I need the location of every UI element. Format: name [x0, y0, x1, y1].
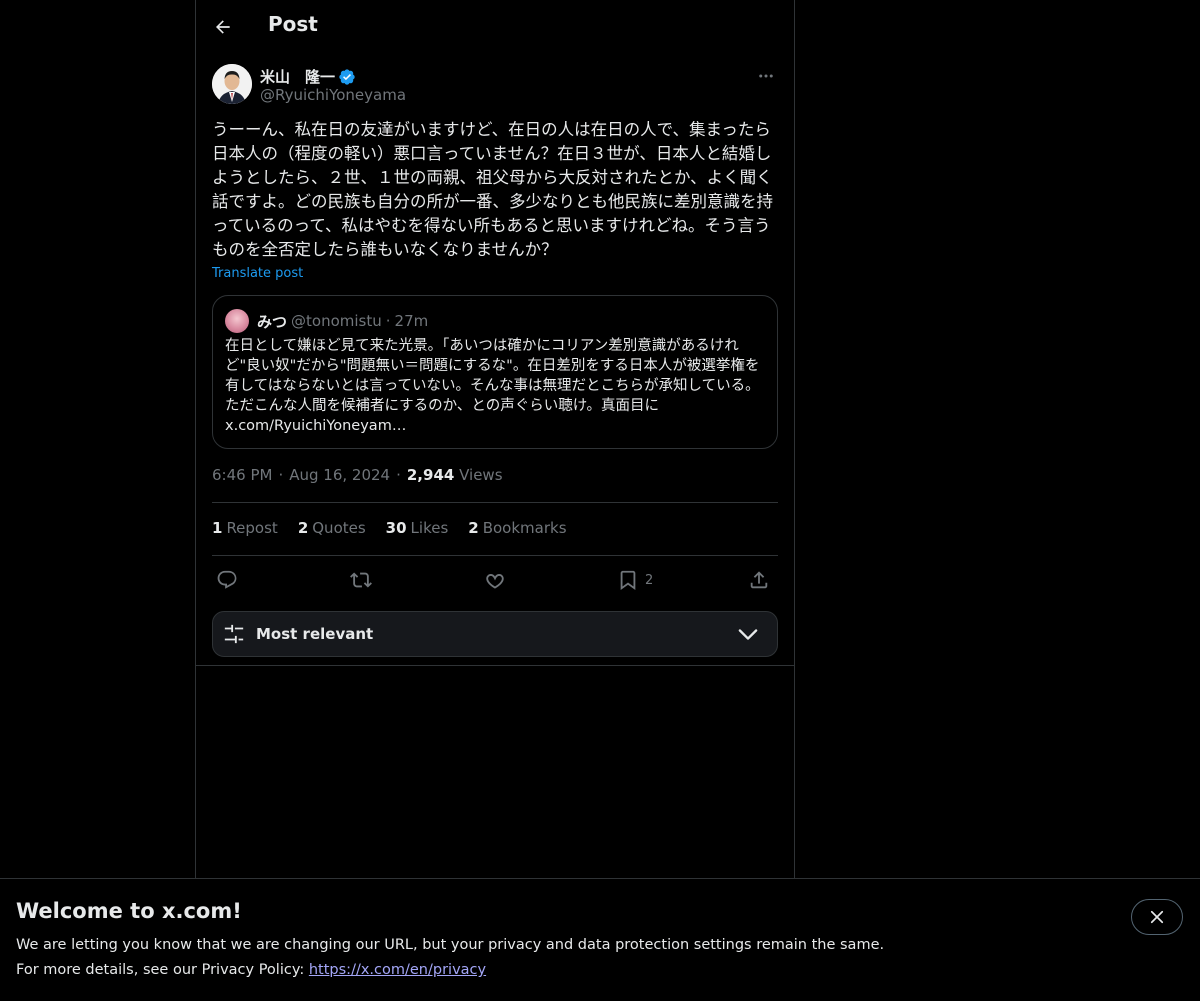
main-column: Post 米山 隆一 @RyuichiYoneyama うーーん、私在日の友達が…: [195, 0, 795, 878]
stat-label: Bookmarks: [482, 519, 567, 537]
share-button[interactable]: [748, 566, 770, 594]
post-text: うーーん、私在日の友達がいますけど、在日の人は在日の人で、集まったら日本人の（程…: [212, 120, 773, 259]
quoted-post-text: 在日として嫌ほど見て来た光景。「あいつは確かにコリアン差別意識があるけれど"良い…: [225, 338, 760, 434]
repost-button[interactable]: [350, 566, 372, 594]
banner-policy-line: For more details, see our Privacy Policy…: [16, 962, 486, 978]
back-button[interactable]: [208, 12, 238, 42]
stat-label: Likes: [410, 519, 449, 537]
heart-icon: [486, 574, 504, 589]
close-icon: [1150, 910, 1164, 924]
share-icon: [750, 571, 768, 589]
chevron-down-icon: [738, 629, 758, 640]
divider: [212, 502, 778, 503]
post-date[interactable]: Aug 16, 2024: [289, 466, 390, 484]
stat-quotes[interactable]: 2 Quotes: [298, 519, 366, 537]
divider: [196, 665, 794, 666]
post-time[interactable]: 6:46 PM: [212, 466, 272, 484]
quoted-time: 27m: [394, 312, 429, 330]
reply-sort-dropdown[interactable]: Most relevant: [212, 611, 778, 657]
author-name: 米山 隆一: [260, 68, 336, 86]
divider: [212, 555, 778, 556]
author-name-row[interactable]: 米山 隆一: [260, 66, 356, 87]
like-button[interactable]: [484, 566, 506, 594]
bookmark-button[interactable]: 2: [617, 566, 653, 594]
verified-badge-icon: [339, 68, 355, 85]
stat-count: 1: [212, 519, 223, 537]
post-header: Post: [196, 0, 794, 53]
banner-message: We are letting you know that we are chan…: [16, 937, 885, 953]
stat-likes[interactable]: 30 Likes: [386, 519, 449, 537]
sort-label: Most relevant: [256, 625, 374, 643]
views-label: Views: [459, 466, 503, 484]
banner-title: Welcome to x.com!: [16, 899, 242, 923]
meta-separator: ·: [396, 466, 401, 484]
banner-policy-prefix: For more details, see our Privacy Policy…: [16, 962, 309, 978]
stat-count: 30: [385, 519, 407, 537]
post-stats: 1 Repost 2 Quotes 30 Likes 2 Bookmarks: [212, 519, 587, 537]
privacy-policy-link[interactable]: https://x.com/en/privacy: [309, 962, 486, 978]
stat-reposts[interactable]: 1 Repost: [212, 519, 278, 537]
stat-bookmarks[interactable]: 2 Bookmarks: [468, 519, 566, 537]
quoted-avatar: [225, 309, 249, 333]
sliders-icon: [224, 624, 244, 644]
reply-icon: [217, 570, 237, 589]
avatar[interactable]: [212, 64, 252, 104]
author-handle[interactable]: @RyuichiYoneyama: [260, 86, 406, 104]
meta-separator: ·: [278, 466, 284, 484]
reply-button[interactable]: [216, 566, 238, 594]
stat-label: Repost: [226, 519, 278, 537]
quoted-separator: ·: [385, 312, 391, 330]
bookmark-count: 2: [645, 572, 654, 588]
quoted-author-handle: @tonomistu: [291, 312, 382, 330]
stat-count: 2: [468, 519, 479, 537]
quoted-post-header: みつ @tonomistu · 27m: [225, 309, 428, 333]
welcome-banner: Welcome to x.com! We are letting you kno…: [0, 878, 1200, 1001]
page-title: Post: [268, 12, 318, 36]
bookmark-icon: [620, 570, 636, 591]
views-count: 2,944: [406, 466, 455, 484]
translate-post-link[interactable]: Translate post: [212, 266, 303, 281]
more-icon: [759, 74, 773, 78]
quoted-post[interactable]: みつ @tonomistu · 27m 在日として嫌ほど見て来た光景。「あいつは…: [212, 295, 778, 449]
stat-count: 2: [297, 519, 309, 537]
post-author: 米山 隆一 @RyuichiYoneyama: [212, 64, 778, 108]
quoted-author-name: みつ: [257, 312, 288, 331]
repost-icon: [350, 572, 372, 588]
more-options-button[interactable]: [754, 66, 778, 86]
close-banner-button[interactable]: [1131, 899, 1183, 935]
avatar-image: [212, 64, 252, 104]
views-count-group: 2,944 Views: [407, 466, 503, 484]
arrow-left-icon: [216, 20, 230, 34]
stat-label: Quotes: [312, 519, 366, 537]
post-meta: 6:46 PM · Aug 16, 2024 · 2,944 Views: [212, 466, 503, 484]
post-actions: 2: [212, 566, 778, 594]
